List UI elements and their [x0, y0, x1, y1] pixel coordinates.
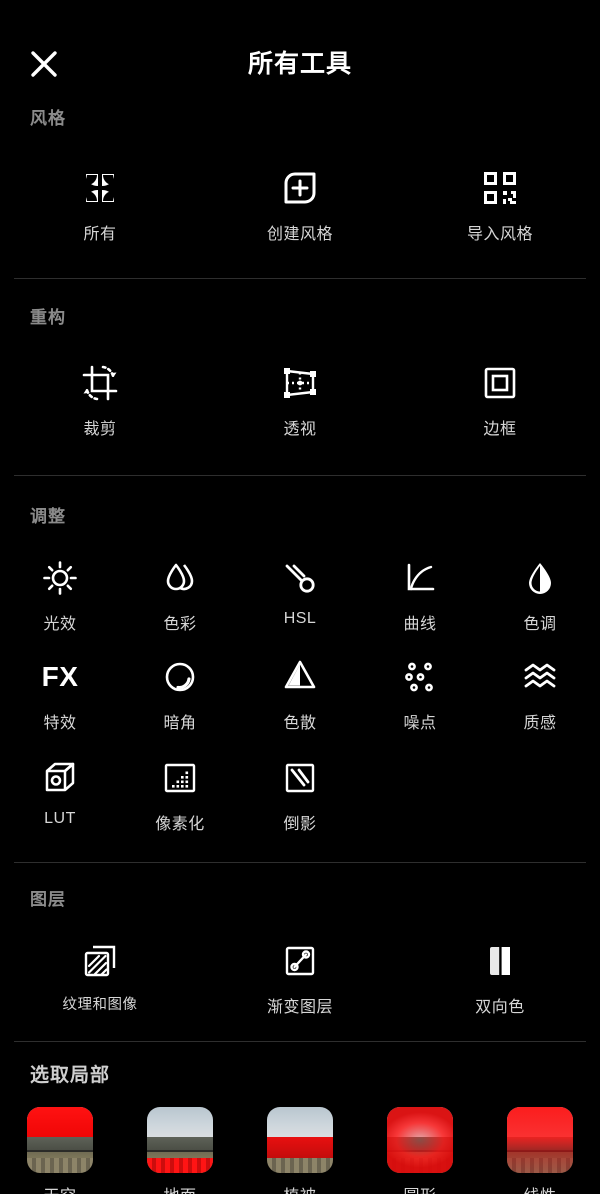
- tool-label: 透视: [283, 421, 317, 438]
- cube-lut-icon: [37, 755, 83, 801]
- tool-grid-adjust: 光效 色彩 HSL 曲线 色调 FX 特效 暗角 色散 噪点 质感 LUT 像素…: [0, 545, 600, 836]
- tool-light[interactable]: 光效: [0, 545, 120, 636]
- reflection-icon: [277, 755, 323, 801]
- tool-label: 曲线: [403, 616, 437, 633]
- tool-grid-local: 天空 地面 植被: [0, 1097, 600, 1194]
- tool-label: 植被: [283, 1182, 316, 1194]
- waves-icon: [517, 654, 563, 700]
- plus-square-icon: [277, 165, 323, 211]
- vegetation-mask-thumbnail: [267, 1107, 333, 1173]
- tool-grid-style: 所有 创建风格 导入风格: [0, 155, 600, 246]
- tool-label: 裁剪: [83, 421, 117, 438]
- tool-import-style[interactable]: 导入风格: [400, 155, 600, 246]
- page-title: 所有工具: [247, 50, 352, 78]
- tool-grain[interactable]: 噪点: [360, 636, 480, 735]
- two-droplets-icon: [157, 555, 203, 601]
- tool-label: 色彩: [163, 616, 197, 633]
- tool-create-style[interactable]: 创建风格: [200, 155, 400, 246]
- tool-dispersion[interactable]: 色散: [240, 636, 360, 735]
- tool-grid-layers: 纹理和图像 渐变图层 双向色: [0, 928, 600, 1019]
- gradient-layer-icon: [277, 938, 323, 984]
- tool-hsl[interactable]: HSL: [240, 545, 360, 636]
- qr-code-icon: [477, 165, 523, 211]
- tool-mask-radial[interactable]: 圆形: [360, 1097, 480, 1194]
- four-petals-icon: [77, 165, 123, 211]
- tool-label: 线性: [523, 1182, 556, 1194]
- half-droplet-icon: [517, 555, 563, 601]
- linear-mask-thumbnail: [507, 1107, 573, 1173]
- section-local-selection: 选取局部 天空 地面: [0, 1042, 600, 1194]
- tool-vignette[interactable]: 暗角: [120, 636, 240, 735]
- noise-dots-icon: [397, 654, 443, 700]
- tool-mask-linear[interactable]: 线性: [480, 1097, 600, 1194]
- tool-label: 噪点: [403, 715, 437, 732]
- tool-label: 色调: [523, 616, 557, 633]
- tool-color[interactable]: 色彩: [120, 545, 240, 636]
- tool-gradient-layer[interactable]: 渐变图层: [200, 928, 400, 1019]
- tool-crop[interactable]: 裁剪: [0, 350, 200, 441]
- sun-icon: [37, 555, 83, 601]
- tool-perspective[interactable]: 透视: [200, 350, 400, 441]
- tool-label: 天空: [43, 1182, 76, 1194]
- tool-label: 暗角: [163, 715, 197, 732]
- tool-pixelate[interactable]: 像素化: [120, 735, 240, 836]
- tool-label: LUT: [44, 810, 76, 827]
- crop-rotate-icon: [77, 360, 123, 406]
- tool-label: 光效: [43, 616, 77, 633]
- ground-mask-thumbnail: [147, 1107, 213, 1173]
- tool-label: 导入风格: [466, 226, 533, 243]
- tool-effects[interactable]: FX 特效: [0, 636, 120, 735]
- vignette-circle-icon: [157, 654, 203, 700]
- section-title-layers: 图层: [30, 890, 66, 909]
- tool-label: 纹理和图像: [62, 997, 138, 1013]
- tool-label: 创建风格: [266, 226, 333, 243]
- tool-label: 双向色: [475, 999, 525, 1016]
- tool-mask-ground[interactable]: 地面: [120, 1097, 240, 1194]
- curve-axis-icon: [397, 555, 443, 601]
- tool-label: HSL: [283, 610, 317, 627]
- section-layers: 图层 纹理和图像 渐变图层 双向色: [0, 863, 600, 1019]
- section-style: 风格 所有 创建风格 导入风格: [0, 104, 600, 246]
- texture-layers-icon: [77, 938, 123, 984]
- tool-label: 质感: [523, 715, 557, 732]
- tool-label: 渐变图层: [266, 999, 333, 1016]
- tool-border[interactable]: 边框: [400, 350, 600, 441]
- tool-label: 像素化: [155, 816, 205, 833]
- section-title-local: 选取局部: [30, 1065, 111, 1086]
- tool-curves[interactable]: 曲线: [360, 545, 480, 636]
- tool-label: 倒影: [283, 816, 317, 833]
- tool-texture-and-image[interactable]: 纹理和图像: [0, 928, 200, 1019]
- section-title-reconstruct: 重构: [30, 308, 66, 327]
- tool-label: 圆形: [403, 1182, 436, 1194]
- section-title-adjust: 调整: [30, 507, 66, 526]
- section-reconstruct: 重构 裁剪 透视 边框: [0, 279, 600, 441]
- radial-mask-thumbnail: [387, 1107, 453, 1173]
- fx-text-icon: FX: [37, 654, 83, 700]
- prism-icon: [277, 654, 323, 700]
- perspective-grid-icon: [277, 360, 323, 406]
- tool-label: 边框: [483, 421, 517, 438]
- fx-glyph: FX: [41, 661, 79, 692]
- tool-label: 特效: [43, 715, 77, 732]
- section-adjust: 调整 光效 色彩 HSL 曲线 色调 FX 特效 暗角 色散 噪点 质感 LUT…: [0, 476, 600, 836]
- sky-mask-thumbnail: [27, 1107, 93, 1173]
- frame-border-icon: [477, 360, 523, 406]
- tool-label: 色散: [283, 715, 317, 732]
- tool-mask-vegetation[interactable]: 植被: [240, 1097, 360, 1194]
- comet-icon: [277, 555, 323, 601]
- tool-duotone[interactable]: 双向色: [400, 928, 600, 1019]
- duotone-split-icon: [477, 938, 523, 984]
- section-title-style: 风格: [30, 109, 66, 128]
- tool-tone[interactable]: 色调: [480, 545, 600, 636]
- tool-lut[interactable]: LUT: [0, 735, 120, 836]
- tool-reflection[interactable]: 倒影: [240, 735, 360, 836]
- tool-mask-sky[interactable]: 天空: [0, 1097, 120, 1194]
- tool-label: 地面: [163, 1182, 196, 1194]
- pixelate-icon: [157, 755, 203, 801]
- tool-label: 所有: [83, 226, 117, 243]
- app-header: 所有工具: [0, 0, 600, 104]
- tool-grid-reconstruct: 裁剪 透视 边框: [0, 350, 600, 441]
- tool-all-styles[interactable]: 所有: [0, 155, 200, 246]
- tool-texture[interactable]: 质感: [480, 636, 600, 735]
